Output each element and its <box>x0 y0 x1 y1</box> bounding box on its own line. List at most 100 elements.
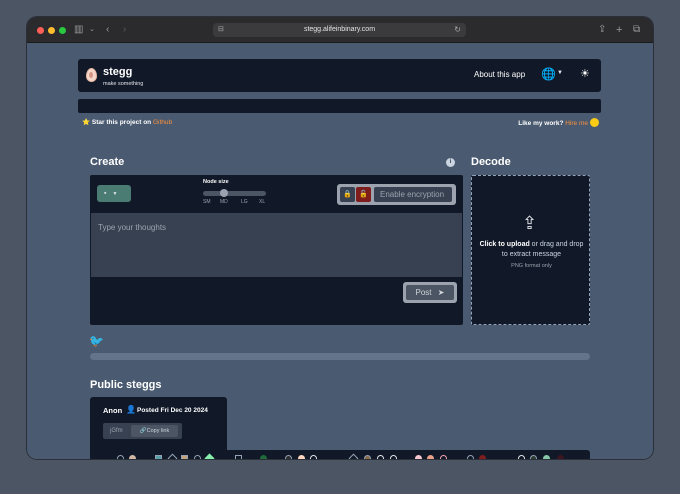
public-steggs-heading: Public steggs <box>90 379 162 391</box>
upload-bold-text: Click to upload <box>479 241 530 248</box>
posted-date: Posted Fri Dec 20 2024 <box>137 407 208 414</box>
brand-tagline: make something <box>103 81 144 87</box>
node-shape <box>310 455 317 459</box>
browser-toolbar: ▥ ⌄ ‹ › ⊟ stegg.alifeinbinary.com ↻ ⇪ + … <box>27 17 653 43</box>
lock-icon[interactable]: 🔒 <box>340 187 355 202</box>
announcement-bar <box>78 99 601 113</box>
brand-name[interactable]: stegg <box>103 66 132 78</box>
node-shape <box>204 453 215 459</box>
create-panel: ▪ ▼ Node size SM MD LG XL 🔒 🔓 Enable enc… <box>90 175 463 325</box>
node-shape <box>364 455 371 459</box>
node-shape <box>415 455 422 459</box>
loading-bar <box>90 353 590 360</box>
person-icon: 👤 <box>126 405 136 414</box>
close-window-button[interactable] <box>37 27 44 34</box>
node-shape <box>530 455 537 459</box>
node-shape <box>155 455 162 459</box>
format-note: PNG format only <box>511 263 552 269</box>
github-link[interactable]: Github <box>153 119 172 126</box>
reload-icon[interactable]: ↻ <box>454 23 461 37</box>
node-size-tick-md: MD <box>220 199 228 205</box>
node-shape <box>390 455 397 459</box>
forward-arrow-icon[interactable]: › <box>123 23 126 37</box>
node-shape <box>129 455 136 459</box>
github-promo-text: ⭐ Star this project on <box>82 119 153 126</box>
back-arrow-icon[interactable]: ‹ <box>106 23 109 37</box>
link-icon: 🔗 <box>139 428 147 434</box>
share-icon[interactable]: ⇪ <box>598 23 606 37</box>
node-shape <box>427 455 434 459</box>
copy-link-button[interactable]: 🔗Copy link <box>131 425 178 437</box>
node-shape <box>117 455 124 459</box>
node-shape <box>348 453 359 459</box>
hire-me-link[interactable]: Hire me <box>565 120 588 127</box>
node-size-tick-xl: XL <box>259 199 266 205</box>
thoughts-placeholder: Type your thoughts <box>98 223 167 232</box>
stegg-id-field: jGfm 🔗Copy link <box>103 423 182 439</box>
node-shape <box>260 455 267 459</box>
upload-icon: ⇪ <box>522 213 538 233</box>
unlock-icon[interactable]: 🔓 <box>356 187 371 202</box>
node-shape <box>467 455 474 459</box>
decode-heading: Decode <box>471 156 511 168</box>
copy-link-label: Copy link <box>146 428 170 434</box>
node-shape <box>543 455 550 459</box>
node-shape <box>167 453 178 459</box>
smiley-icon <box>590 118 599 127</box>
chevron-down-icon[interactable]: ▼ <box>557 70 563 76</box>
stegg-card: Anon 👤 Posted Fri Dec 20 2024 jGfm 🔗Copy… <box>90 397 227 459</box>
stegg-node-strip <box>117 453 577 459</box>
thoughts-textarea[interactable]: Type your thoughts <box>91 213 462 277</box>
node-shape <box>285 455 292 459</box>
create-heading: Create <box>90 156 125 168</box>
hire-promo-text: Like my work? <box>518 120 566 127</box>
globe-icon[interactable]: 🌐 <box>541 68 556 81</box>
info-icon[interactable]: i <box>446 158 455 167</box>
sidebar-toggle-icon[interactable]: ▥ <box>74 23 83 37</box>
minimize-window-button[interactable] <box>48 27 55 34</box>
zoom-window-button[interactable] <box>59 27 66 34</box>
node-size-tick-sm: SM <box>203 199 211 205</box>
post-button[interactable]: Post ➤ <box>403 282 457 303</box>
about-link[interactable]: About this app <box>474 70 525 79</box>
node-size-slider-thumb[interactable] <box>220 189 228 197</box>
node-size-tick-lg: LG <box>241 199 248 205</box>
node-size-label: Node size <box>203 179 229 185</box>
node-shape <box>518 455 525 459</box>
node-shape <box>235 455 242 459</box>
save-format-dropdown[interactable]: ▪ ▼ <box>97 185 131 202</box>
node-size-slider[interactable] <box>203 191 266 196</box>
author-name: Anon <box>103 406 123 415</box>
node-shape <box>181 455 188 459</box>
upload-instructions: Click to upload or drag and drop to extr… <box>476 240 587 260</box>
sun-icon[interactable]: ☀ <box>580 68 590 81</box>
node-shape <box>194 455 201 459</box>
post-button-inner[interactable]: Post ➤ <box>406 285 454 300</box>
chevron-down-icon: ▼ <box>112 191 118 197</box>
encryption-group: 🔒 🔓 Enable encryption <box>337 184 456 205</box>
egg-logo-icon[interactable] <box>86 68 97 82</box>
new-tab-icon[interactable]: + <box>616 23 622 37</box>
page-content: stegg make something About this app 🌐 ▼ … <box>27 43 653 459</box>
tab-overview-icon[interactable]: ⧉ <box>633 23 640 37</box>
address-bar[interactable]: ⊟ stegg.alifeinbinary.com ↻ <box>213 23 466 37</box>
node-shape <box>377 455 384 459</box>
stegg-id: jGfm <box>110 428 123 434</box>
chevron-down-icon[interactable]: ⌄ <box>89 23 95 37</box>
decode-dropzone[interactable]: ⇪ Click to upload or drag and drop to ex… <box>471 175 590 325</box>
node-shape <box>440 455 447 459</box>
node-shape <box>557 455 564 459</box>
navbar: stegg make something About this app 🌐 ▼ … <box>78 59 601 92</box>
bird-icon: 🐦 <box>89 334 104 348</box>
send-icon: ➤ <box>437 288 445 297</box>
post-label: Post <box>415 288 432 297</box>
url-text: stegg.alifeinbinary.com <box>303 26 376 33</box>
github-promo: ⭐ Star this project on Github <box>82 118 172 126</box>
hire-promo: Like my work? Hire me <box>518 118 599 127</box>
floppy-disk-icon: ▪ <box>104 190 107 197</box>
encryption-input[interactable]: Enable encryption <box>374 187 452 202</box>
node-shape <box>479 455 486 459</box>
node-shape <box>298 455 305 459</box>
site-settings-icon[interactable]: ⊟ <box>218 23 224 37</box>
browser-window: ▥ ⌄ ‹ › ⊟ stegg.alifeinbinary.com ↻ ⇪ + … <box>27 17 653 459</box>
